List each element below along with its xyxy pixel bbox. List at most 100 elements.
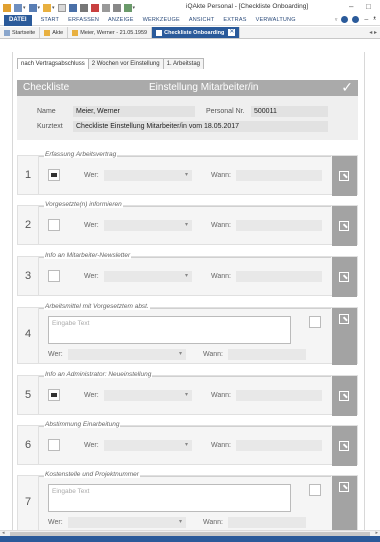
wann-field[interactable]: [228, 349, 306, 360]
tab-scroll-arrows-icon[interactable]: ◂ ▸: [369, 29, 377, 36]
step-checkbox[interactable]: [48, 169, 60, 181]
print-icon[interactable]: [79, 3, 88, 12]
wann-label: Wann:: [203, 519, 223, 526]
wer-label: Wer:: [84, 273, 99, 280]
person-icon[interactable]: [43, 3, 52, 12]
help-icon[interactable]: [341, 16, 349, 23]
wann-label: Wann:: [211, 392, 231, 399]
ribbon-collapse-icon[interactable]: ▿: [335, 17, 338, 23]
step-number: 7: [25, 496, 32, 508]
step-checkbox[interactable]: [48, 219, 60, 231]
step-action-button[interactable]: [332, 156, 357, 196]
step-action-button[interactable]: [332, 376, 357, 416]
edit-icon: [339, 391, 349, 401]
chevron-down-icon: ▾: [184, 442, 188, 448]
wer-select[interactable]: ▾: [104, 170, 192, 181]
wer-select[interactable]: ▾: [104, 271, 192, 282]
new-icon[interactable]: [14, 3, 22, 12]
wann-field[interactable]: [228, 517, 306, 528]
tab-nach-vertragsabschluss[interactable]: nach Vertragsabschluss: [17, 58, 89, 69]
wann-field[interactable]: [236, 440, 322, 451]
maximize-button[interactable]: □: [366, 2, 371, 11]
step-checkbox[interactable]: [48, 389, 60, 401]
step-checkbox[interactable]: [48, 439, 60, 451]
dropdown-arrow-icon[interactable]: ▾: [38, 5, 41, 11]
name-field[interactable]: Meier, Werner: [73, 106, 195, 117]
step-number: 2: [25, 219, 32, 231]
menu-ansicht[interactable]: ANSICHT: [189, 17, 215, 23]
wer-select[interactable]: ▾: [68, 349, 186, 360]
step-action-button[interactable]: [332, 257, 357, 297]
scan-icon[interactable]: [112, 3, 121, 12]
tab-1-arbeitstag[interactable]: 1. Arbeitstag: [162, 58, 204, 69]
wann-field[interactable]: [236, 170, 322, 181]
step-checkbox[interactable]: [309, 316, 321, 328]
step-checkbox[interactable]: [48, 270, 60, 282]
menu-erfassen[interactable]: ERFASSEN: [68, 17, 99, 23]
customize-arrow-icon[interactable]: ▾: [133, 5, 136, 11]
tab-checkliste-onboarding[interactable]: Checkliste Onboarding ✕: [152, 27, 241, 38]
step-textarea[interactable]: Eingabe Text: [48, 316, 291, 344]
wann-label: Wann:: [211, 442, 231, 449]
export-icon[interactable]: [123, 3, 132, 12]
wann-field[interactable]: [236, 390, 322, 401]
wer-select[interactable]: ▾: [104, 440, 192, 451]
step-textarea[interactable]: Eingabe Text: [48, 484, 291, 512]
pin-icon[interactable]: ᵜ: [373, 16, 376, 23]
step-action-button[interactable]: [332, 476, 357, 531]
step-action-button[interactable]: [332, 206, 357, 246]
dropdown-arrow-icon[interactable]: ▾: [52, 5, 55, 11]
chevron-down-icon: ▾: [184, 392, 188, 398]
wer-label: Wer:: [84, 222, 99, 229]
menu-file[interactable]: DATEI: [4, 14, 32, 26]
kurztext-field[interactable]: Checkliste Einstellung Mitarbeiter/in vo…: [73, 121, 328, 132]
folder-icon[interactable]: [3, 3, 11, 12]
chevron-down-icon: ▾: [178, 351, 182, 357]
step-number: 3: [25, 270, 32, 282]
tab-akte[interactable]: Akte: [40, 27, 69, 38]
save-icon[interactable]: [28, 3, 37, 12]
title-bar: ▾ ▾ ▾ ▾ iQAkte Personal - [Checkliste On…: [0, 0, 380, 15]
frame-left: [12, 52, 13, 530]
complete-check-icon[interactable]: ✓: [341, 79, 353, 96]
kurztext-label: Kurztext: [37, 123, 63, 130]
wer-select[interactable]: ▾: [104, 220, 192, 231]
wann-field[interactable]: [236, 271, 322, 282]
personal-nr-field[interactable]: 500011: [251, 106, 328, 117]
header-label: Checkliste: [23, 82, 70, 93]
person-icon: [72, 29, 79, 36]
wann-field[interactable]: [236, 220, 322, 231]
step-action-button[interactable]: [332, 426, 357, 466]
step-checkbox[interactable]: [309, 484, 321, 496]
step-action-button[interactable]: [332, 308, 357, 365]
open-icon[interactable]: [57, 3, 66, 12]
pdf-icon[interactable]: [90, 3, 99, 12]
step-number: 4: [25, 328, 32, 340]
step-title: Erfassung Arbeitsvertrag: [44, 151, 118, 158]
minimize-button[interactable]: –: [349, 2, 353, 11]
tab-startseite[interactable]: Startseite: [0, 27, 41, 38]
wer-select[interactable]: ▾: [68, 517, 186, 528]
step-title: Kostenstelle und Projektnummer: [44, 471, 140, 478]
dropdown-arrow-icon[interactable]: ▾: [23, 5, 26, 11]
menu-anzeige[interactable]: ANZEIGE: [108, 17, 134, 23]
info-icon[interactable]: [352, 16, 360, 23]
disk-icon[interactable]: [68, 3, 77, 12]
tab-2-wochen-vor-einstellung[interactable]: 2 Wochen vor Einstellung: [87, 58, 164, 69]
step-1: Erfassung Arbeitsvertrag 1 Wer: ▾ Wann:: [17, 151, 358, 196]
menu-start[interactable]: START: [41, 17, 60, 23]
wer-select[interactable]: ▾: [104, 390, 192, 401]
step-3: Info an Mitarbeiter-Newsletter 3 Wer: ▾ …: [17, 252, 358, 297]
step-title: Info an Administrator: Neueinstellung: [44, 371, 153, 378]
tab-employee[interactable]: Meier, Werner - 21.05.1959: [68, 27, 153, 38]
menu-extras[interactable]: EXTRAS: [223, 17, 246, 23]
edit-icon[interactable]: [101, 3, 110, 12]
wann-label: Wann:: [211, 273, 231, 280]
options-icon[interactable]: –: [364, 16, 368, 23]
menu-verwaltung[interactable]: VERWALTUNG: [256, 17, 296, 23]
chevron-down-icon: ▾: [184, 273, 188, 279]
menu-werkzeuge[interactable]: WERKZEUGE: [143, 17, 180, 23]
close-icon[interactable]: ✕: [228, 29, 236, 36]
status-bar: [0, 536, 380, 542]
document-tabs: Startseite Akte Meier, Werner - 21.05.19…: [0, 27, 380, 39]
